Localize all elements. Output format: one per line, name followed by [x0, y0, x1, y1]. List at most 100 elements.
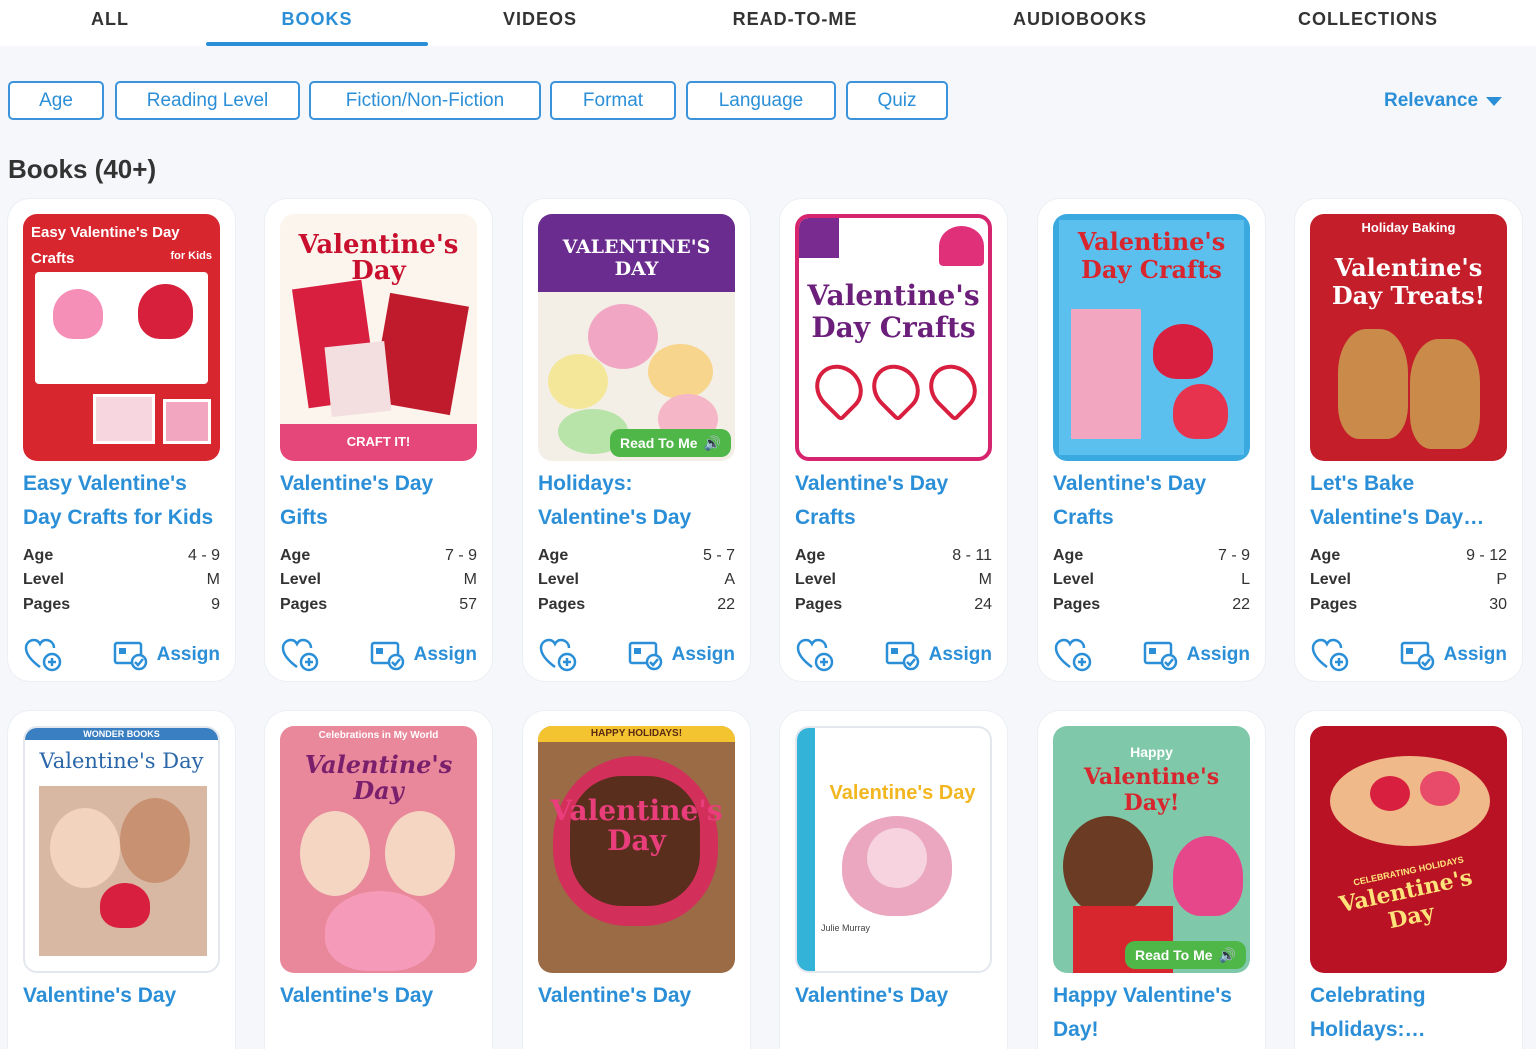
level-row: Level L [1053, 568, 1250, 592]
book-card[interactable]: Valentine's Day Crafts Valentine's Day C… [1038, 199, 1265, 681]
cover-subtitle: HAPPY HOLIDAYS! [590, 728, 683, 739]
age-label: Age [1053, 547, 1084, 564]
level-label: Level [1310, 571, 1351, 588]
sort-dropdown[interactable]: Relevance [1384, 88, 1503, 114]
heart-add-icon[interactable] [23, 637, 63, 673]
assign-label: Assign [1186, 644, 1250, 665]
card-actions: Assign [1310, 637, 1507, 673]
book-title[interactable]: Valentine's Day Crafts [1053, 467, 1258, 535]
book-title[interactable]: Valentine's Day Crafts [795, 467, 1000, 535]
level-value: M [206, 571, 220, 588]
book-cover[interactable]: Easy Valentine's Day Crafts for Kids [23, 214, 220, 461]
card-actions: Assign [1053, 637, 1250, 673]
book-cover[interactable]: Valentine's Day Crafts [1053, 214, 1250, 461]
heart-add-icon[interactable] [538, 637, 578, 673]
speaker-icon: 🔊 [1218, 946, 1236, 963]
pages-row: Pages 57 [280, 593, 477, 617]
book-cover[interactable]: Happy Valentine's Day! Read To Me 🔊 [1053, 726, 1250, 973]
tab-audiobooks[interactable]: AUDIOBOOKS [1000, 0, 1160, 46]
book-card[interactable]: CELEBRATING HOLIDAYS Valentine's Day Cel… [1295, 711, 1522, 1049]
filter-reading-level[interactable]: Reading Level [115, 81, 300, 120]
book-title[interactable]: Let's Bake Valentine's Day… [1310, 467, 1515, 535]
age-value: 7 - 9 [444, 547, 477, 564]
book-title[interactable]: Celebrating Holidays:… [1310, 979, 1515, 1047]
level-row: Level M [23, 568, 220, 592]
cover-title: Valentine's Day [829, 782, 976, 804]
level-label: Level [795, 571, 836, 588]
book-card[interactable]: Valentine's Day Julie Murray Valentine's… [780, 711, 1007, 1049]
assign-icon [628, 641, 662, 671]
age-row: Age 4 - 9 [23, 544, 220, 568]
filter-fiction-nonfiction[interactable]: Fiction/Non-Fiction [309, 81, 541, 120]
level-value: M [978, 571, 992, 588]
book-cover[interactable]: Valentine's Day Julie Murray [795, 726, 992, 973]
assign-icon [1400, 641, 1434, 671]
book-card[interactable]: Celebrations in My World Valentine's Day… [265, 711, 492, 1049]
age-row: Age 7 - 9 [280, 544, 477, 568]
speaker-icon: 🔊 [703, 434, 721, 451]
book-cover[interactable]: HAPPY HOLIDAYS! Valentine's Day [538, 726, 735, 973]
book-cover[interactable]: Valentine's Day Crafts [795, 214, 992, 461]
pages-value: 22 [717, 596, 735, 613]
book-title[interactable]: Happy Valentine's Day! [1053, 979, 1258, 1047]
book-title[interactable]: Valentine's Day [538, 979, 743, 1013]
assign-button[interactable]: Assign [370, 639, 477, 671]
age-label: Age [795, 547, 826, 564]
book-title[interactable]: Easy Valentine's Day Crafts for Kids [23, 467, 228, 535]
book-card[interactable]: Easy Valentine's Day Crafts for Kids Eas… [8, 199, 235, 681]
book-cover[interactable]: Celebrations in My World Valentine's Day [280, 726, 477, 973]
caret-down-icon [1486, 96, 1503, 106]
book-card[interactable]: Valentine's Day CRAFT IT! Valentine's Da… [265, 199, 492, 681]
book-title[interactable]: Valentine's Day [23, 979, 228, 1013]
heart-add-icon[interactable] [280, 637, 320, 673]
filter-format[interactable]: Format [550, 81, 676, 120]
filter-language[interactable]: Language [686, 81, 836, 120]
book-card[interactable]: HAPPY HOLIDAYS! Valentine's Day Valentin… [523, 711, 750, 1049]
assign-icon [885, 641, 919, 671]
filter-age[interactable]: Age [8, 81, 104, 120]
book-card[interactable]: VALENTINE'S DAY Read To Me 🔊 Holidays: Va… [523, 199, 750, 681]
book-cover[interactable]: VALENTINE'S DAY Read To Me 🔊 [538, 214, 735, 461]
book-card[interactable]: WONDER BOOKS Valentine's Day Valentine's… [8, 711, 235, 1049]
heart-add-icon[interactable] [1310, 637, 1350, 673]
book-card[interactable]: Holiday Baking Valentine's Day Treats! L… [1295, 199, 1522, 681]
book-title[interactable]: Valentine's Day Gifts [280, 467, 485, 535]
tab-videos[interactable]: VIDEOS [480, 0, 600, 46]
heart-add-icon[interactable] [1053, 637, 1093, 673]
level-value: M [463, 571, 477, 588]
assign-button[interactable]: Assign [113, 639, 220, 671]
filter-quiz[interactable]: Quiz [846, 81, 948, 120]
book-cover[interactable]: CELEBRATING HOLIDAYS Valentine's Day [1310, 726, 1507, 973]
book-title[interactable]: Holidays: Valentine's Day [538, 467, 743, 535]
tab-read-to-me[interactable]: READ-TO-ME [715, 0, 875, 46]
assign-label: Assign [671, 644, 735, 665]
assign-button[interactable]: Assign [1143, 639, 1250, 671]
card-actions: Assign [538, 637, 735, 673]
assign-button[interactable]: Assign [628, 639, 735, 671]
book-cover[interactable]: Holiday Baking Valentine's Day Treats! [1310, 214, 1507, 461]
book-title[interactable]: Valentine's Day [280, 979, 485, 1013]
pages-label: Pages [538, 596, 586, 613]
cover-title: Valentine's Day [550, 794, 723, 857]
book-title[interactable]: Valentine's Day [795, 979, 1000, 1013]
book-cover[interactable]: WONDER BOOKS Valentine's Day [23, 726, 220, 973]
level-label: Level [538, 571, 579, 588]
pages-label: Pages [795, 596, 843, 613]
pages-row: Pages 9 [23, 593, 220, 617]
tab-collections[interactable]: COLLECTIONS [1285, 0, 1451, 46]
assign-icon [370, 641, 404, 671]
cover-subtitle: for Kids [170, 250, 212, 262]
pages-row: Pages 22 [538, 593, 735, 617]
age-value: 5 - 7 [702, 547, 735, 564]
book-card[interactable]: Happy Valentine's Day! Read To Me 🔊 Happy… [1038, 711, 1265, 1049]
tab-all[interactable]: ALL [60, 0, 160, 46]
tab-books[interactable]: BOOKS [206, 0, 428, 46]
level-row: Level P [1310, 568, 1507, 592]
book-cover[interactable]: Valentine's Day CRAFT IT! [280, 214, 477, 461]
assign-button[interactable]: Assign [1400, 639, 1507, 671]
level-value: A [724, 571, 735, 588]
assign-button[interactable]: Assign [885, 639, 992, 671]
level-row: Level M [795, 568, 992, 592]
book-card[interactable]: Valentine's Day Crafts Valentine's Day C… [780, 199, 1007, 681]
heart-add-icon[interactable] [795, 637, 835, 673]
